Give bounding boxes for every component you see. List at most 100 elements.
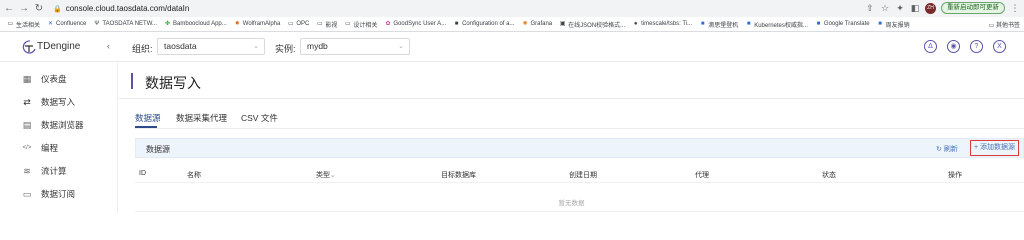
- folder-icon: ▭: [345, 20, 351, 27]
- refresh-button[interactable]: ↻ 刷新: [936, 144, 958, 154]
- chevron-down-icon: ⌄: [398, 43, 404, 50]
- bookmark-item[interactable]: ■ Google Translate: [815, 21, 870, 28]
- reload-icon[interactable]: ↻: [33, 3, 45, 15]
- bookmark-item[interactable]: ■ 周友报销: [877, 20, 909, 29]
- bookmark-item[interactable]: ■ 滴思堡登机: [699, 20, 738, 29]
- column-header: ID: [139, 170, 146, 177]
- translate-icon: ■: [816, 20, 821, 27]
- column-header: 代理: [695, 172, 709, 179]
- instance-select[interactable]: mydb ⌄: [300, 38, 410, 55]
- page-icon: ■: [746, 20, 751, 27]
- divider: [119, 98, 1024, 99]
- column-header: 状态: [822, 172, 836, 179]
- app-header: TDengine ‹ 组织: taosdata ⌄ 实例: mydb ⌄ Δ ◉…: [0, 32, 1024, 62]
- instance-value: mydb: [307, 41, 328, 51]
- alert-icon[interactable]: Δ: [924, 40, 937, 53]
- star-icon[interactable]: ☆: [880, 3, 890, 13]
- sidebar-item-label: 数据浏览器: [41, 120, 84, 130]
- page-title: 数据写入: [145, 75, 201, 91]
- filter-icon: ⌄: [330, 172, 336, 179]
- sidebar-item-dashboard[interactable]: ▦ 仪表盘: [0, 71, 118, 87]
- wolfram-icon: ✸: [234, 20, 240, 27]
- confluence-icon: ✕: [48, 20, 54, 27]
- data-explorer-icon: ▤: [22, 120, 32, 130]
- tdengine-logo-icon: [22, 39, 36, 54]
- org-label: 组织:: [132, 44, 153, 54]
- help-icon[interactable]: ?: [970, 40, 983, 53]
- divider: [135, 128, 1024, 129]
- column-header: 目标数据库: [441, 172, 476, 179]
- folder-icon: ▭: [7, 20, 14, 27]
- main-content: 数据写入 数据源 数据采集代理 CSV 文件 数据源 ↻ 刷新 + 添加数据源 …: [119, 63, 1024, 213]
- column-header-type[interactable]: 类型⌄: [316, 170, 336, 180]
- bookmark-item[interactable]: ▭ OPC: [287, 21, 309, 28]
- page-icon: ■: [878, 20, 882, 27]
- sidebar-item-data-in[interactable]: ⇄ 数据写入: [0, 94, 118, 110]
- support-icon[interactable]: ◉: [947, 40, 960, 53]
- subscription-icon: ▭: [22, 189, 32, 199]
- bookmark-item[interactable]: ✤ Bamboocloud App...: [164, 21, 227, 28]
- bookmark-item[interactable]: ■ Kubernetes权威指...: [745, 20, 808, 29]
- column-header: 操作: [948, 172, 962, 179]
- data-in-icon: ⇄: [23, 97, 31, 107]
- code-icon: </>: [22, 145, 32, 151]
- bamboo-icon: ✤: [165, 20, 171, 27]
- panel-header: 数据源 ↻ 刷新 + 添加数据源: [135, 138, 1024, 158]
- extensions-icon[interactable]: ✦: [895, 3, 905, 13]
- browser-toolbar: ← → ↻ 🔒 console.cloud.taosdata.com/dataI…: [0, 0, 1024, 17]
- other-bookmarks[interactable]: ▭ 其他书签: [984, 20, 1020, 29]
- tdengine-logo[interactable]: TDengine: [22, 39, 80, 54]
- org-value: taosdata: [164, 41, 197, 51]
- grafana-icon: ✺: [522, 20, 528, 27]
- taosdata-icon: Ψ: [94, 20, 100, 27]
- bookmark-item[interactable]: ✺ Grafana: [521, 21, 552, 28]
- bookmark-item[interactable]: ■ Configuration of a...: [453, 20, 515, 28]
- page-icon: ■: [454, 20, 459, 27]
- bookmark-item[interactable]: ✕ Confluence: [47, 21, 86, 28]
- bookmark-item[interactable]: ✸ WolframAlpha: [234, 21, 281, 28]
- page-icon: ▣: [559, 20, 566, 27]
- instance-label: 实例:: [275, 44, 296, 54]
- sidebar-item-data-explorer[interactable]: ▤ 数据浏览器: [0, 117, 118, 133]
- stream-icon: ≋: [23, 166, 31, 176]
- bookmark-item[interactable]: ▭ 影视: [316, 20, 337, 29]
- sidebar-item-programming[interactable]: </> 编程: [0, 140, 118, 156]
- update-button[interactable]: 重新启动即可更新: [941, 2, 1005, 14]
- sidebar-item-subscription[interactable]: ▭ 数据订阅: [0, 186, 118, 202]
- panel-title: 数据源: [146, 145, 170, 154]
- title-accent-bar: [131, 73, 133, 89]
- bookmark-item[interactable]: ✿ GoodSync User A...: [384, 21, 446, 28]
- menu-icon[interactable]: ⋮: [1010, 3, 1020, 13]
- tab-agents[interactable]: 数据采集代理: [176, 112, 227, 124]
- sidebar-item-label: 仪表盘: [41, 74, 67, 84]
- add-data-source-button[interactable]: + 添加数据源: [970, 140, 1019, 156]
- sidebar-item-stream[interactable]: ≋ 流计算: [0, 163, 118, 179]
- column-header: 创建日期: [569, 172, 597, 179]
- goodsync-icon: ✿: [385, 20, 391, 27]
- profile-avatar[interactable]: ZH: [925, 2, 936, 14]
- page-icon: ■: [700, 20, 705, 27]
- bookmark-item[interactable]: Ψ TAOSDATA NETW...: [93, 21, 157, 28]
- back-icon[interactable]: ←: [3, 3, 15, 15]
- column-header: 名称: [187, 172, 201, 179]
- folder-icon: ▭: [317, 20, 323, 27]
- sidebar-item-label: 数据写入: [41, 97, 76, 107]
- bookmark-item[interactable]: ▭ 设计相关: [344, 20, 377, 29]
- tab-csv[interactable]: CSV 文件: [241, 112, 278, 124]
- address-bar[interactable]: 🔒 console.cloud.taosdata.com/dataIn: [53, 4, 189, 13]
- sidebar: ▦ 仪表盘 ⇄ 数据写入 ▤ 数据浏览器 </> 编程 ≋ 流计算 ▭ 数据订阅: [0, 63, 118, 213]
- bookmarks-bar: ▭ 生活相关 ✕ Confluence Ψ TAOSDATA NETW... ✤ Bam…: [0, 17, 1024, 32]
- share-icon[interactable]: ⇧: [865, 3, 875, 13]
- user-icon[interactable]: X: [993, 40, 1006, 53]
- url-text: console.cloud.taosdata.com/dataIn: [65, 4, 190, 13]
- forward-icon[interactable]: →: [18, 3, 30, 15]
- org-select[interactable]: taosdata ⌄: [157, 38, 265, 55]
- tab-data-sources[interactable]: 数据源: [135, 112, 161, 124]
- github-icon: ●: [633, 20, 638, 27]
- bookmark-item[interactable]: ▣ 在线JSON校验格式...: [559, 20, 625, 29]
- collapse-sidebar-icon[interactable]: ‹: [107, 41, 110, 51]
- bookmark-item[interactable]: ● timescale/tsbs: Ti...: [632, 21, 692, 28]
- sidepanel-icon[interactable]: ◧: [910, 3, 920, 13]
- bookmark-item[interactable]: ▭ 生活相关: [7, 20, 40, 29]
- empty-state-text: 暂无数据: [558, 200, 585, 207]
